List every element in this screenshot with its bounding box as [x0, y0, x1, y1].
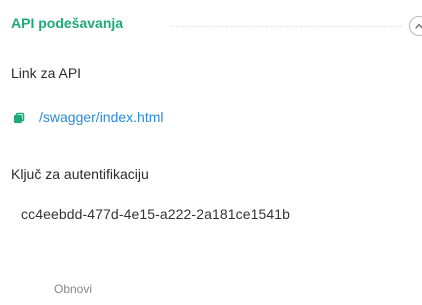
link-icon: [13, 111, 25, 124]
api-link-row[interactable]: /swagger/index.html: [13, 108, 164, 126]
auth-key-value: cc4eebdd-477d-4e15-a222-2a181ce1541b: [21, 206, 291, 222]
section-title: API podešavanja: [11, 15, 124, 31]
chevron-up-icon: [415, 23, 422, 29]
collapse-button[interactable]: [409, 16, 422, 36]
api-link[interactable]: /swagger/index.html: [39, 109, 164, 125]
section-divider: [171, 26, 402, 27]
refresh-button[interactable]: Obnovi: [54, 282, 92, 296]
section-header: API podešavanja: [11, 14, 422, 38]
api-link-label: Link za API: [11, 65, 82, 81]
auth-key-label: Ključ za autentifikaciju: [11, 166, 149, 182]
